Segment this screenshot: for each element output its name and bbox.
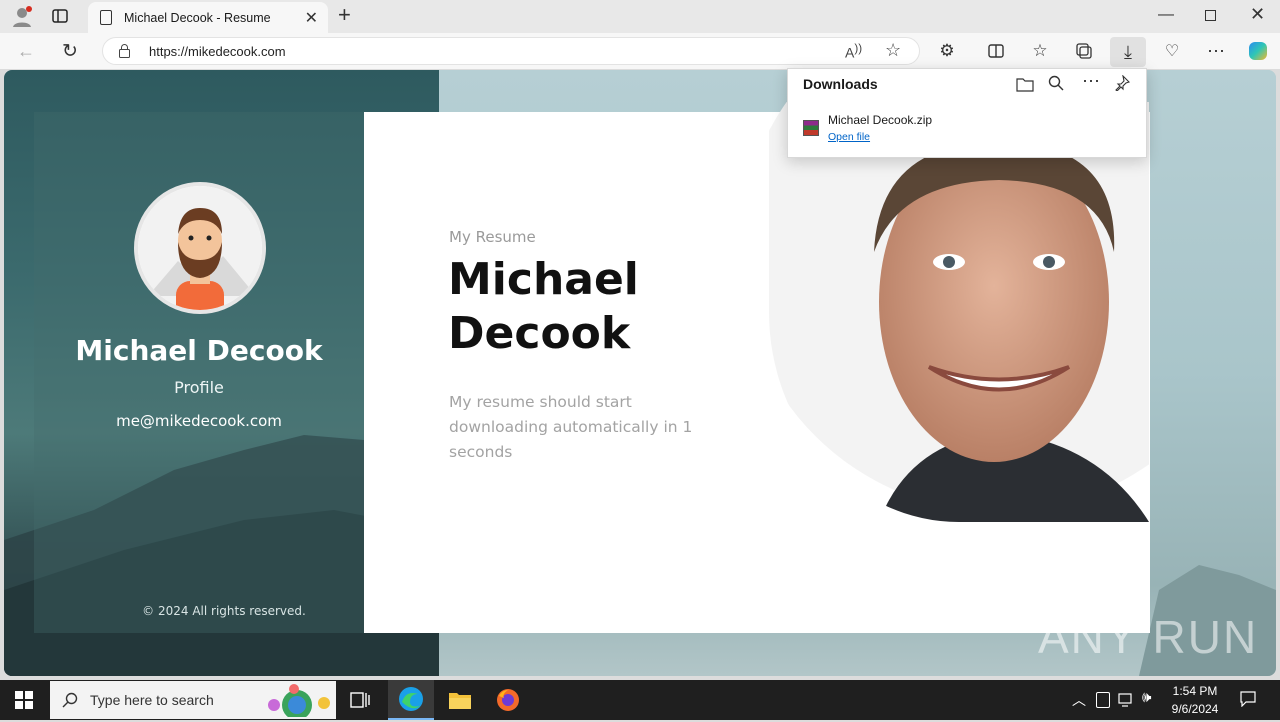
download-file-name: Michael Decook.zip <box>828 113 933 127</box>
sidebar-role: Profile <box>174 378 224 397</box>
sidebar-email-link[interactable]: me@mikedecook.com <box>34 412 364 430</box>
eyebrow-text: My Resume <box>449 228 536 246</box>
browser-essentials-icon[interactable]: ♡ <box>1158 37 1186 65</box>
main-heading-line1: Michael <box>448 254 639 305</box>
more-options-icon[interactable]: ⋯ <box>1082 71 1100 92</box>
open-file-link[interactable]: Open file <box>828 131 870 143</box>
favorites-icon[interactable]: ☆ <box>1026 37 1054 65</box>
split-screen-icon[interactable] <box>982 37 1010 65</box>
task-view-icon[interactable] <box>350 690 370 710</box>
portrait-photo <box>769 102 1149 522</box>
collections-icon[interactable] <box>1070 37 1098 65</box>
main-heading-line2: Decook <box>448 308 631 359</box>
avatar <box>134 182 266 314</box>
windows-start-icon[interactable] <box>15 691 33 709</box>
sidebar-footer: © 2024 All rights reserved. <box>142 604 306 618</box>
taskbar-search-box[interactable]: Type here to search <box>50 681 336 720</box>
sidebar-name: Michael Decook <box>75 334 323 367</box>
edge-taskbar-icon[interactable] <box>388 680 434 720</box>
tab-active[interactable]: Michael Decook - Resume ✕ <box>88 2 328 33</box>
open-folder-icon[interactable] <box>1016 76 1034 92</box>
resume-main-card: My Resume Michael Decook My resume shoul… <box>364 102 1150 633</box>
clock-date[interactable]: 9/6/2024 <box>1160 702 1230 716</box>
favorite-star-icon[interactable]: ☆ <box>885 40 901 61</box>
search-icon <box>62 692 78 708</box>
search-placeholder: Type here to search <box>90 692 214 708</box>
read-aloud-icon[interactable]: A)) <box>845 42 862 61</box>
page-icon <box>100 10 112 25</box>
file-explorer-icon[interactable] <box>448 690 472 710</box>
web-viewport: Michael Decook Profile me@mikedecook.com… <box>4 70 1276 676</box>
download-item[interactable]: Michael Decook.zip Open file <box>788 107 1146 157</box>
tab-actions-icon[interactable] <box>52 8 68 24</box>
profile-icon[interactable] <box>10 5 34 29</box>
volume-icon[interactable]: 🕪 <box>1142 689 1151 706</box>
downloads-button[interactable]: ⤓ <box>1110 37 1146 67</box>
lock-icon <box>119 44 130 58</box>
restore-button[interactable] <box>1205 10 1216 21</box>
downloads-title: Downloads <box>803 76 878 92</box>
search-highlight-icon <box>262 683 332 720</box>
network-icon[interactable] <box>1118 692 1136 707</box>
downloads-flyout: Downloads ⋯ Michael Decook.zip Open file <box>787 68 1147 158</box>
firefox-icon[interactable] <box>496 688 520 712</box>
address-bar[interactable]: https://mikedecook.com A)) ☆ <box>102 37 920 65</box>
copilot-icon[interactable] <box>1244 37 1272 65</box>
extensions-icon[interactable]: ⚙ <box>933 37 961 65</box>
new-tab-button[interactable]: + <box>338 3 360 27</box>
tray-app-icon[interactable] <box>1096 692 1110 708</box>
pin-icon[interactable] <box>1114 74 1131 92</box>
settings-more-icon[interactable]: ⋯ <box>1202 37 1230 65</box>
zip-file-icon <box>803 120 819 136</box>
search-downloads-icon[interactable] <box>1048 75 1064 91</box>
download-message: My resume should start downloading autom… <box>449 393 693 461</box>
close-tab-icon[interactable]: ✕ <box>305 8 318 28</box>
profile-sidebar: Michael Decook Profile me@mikedecook.com… <box>34 112 364 633</box>
clock-time[interactable]: 1:54 PM <box>1160 684 1230 698</box>
minimize-button[interactable]: — <box>1158 6 1174 24</box>
close-window-button[interactable]: ✕ <box>1250 4 1265 25</box>
show-hidden-icons[interactable]: ︿ <box>1072 690 1086 710</box>
anyrun-watermark: ANY RUN <box>1038 611 1259 663</box>
notifications-icon[interactable] <box>1240 691 1256 708</box>
url-text: https://mikedecook.com <box>149 44 286 59</box>
refresh-icon[interactable]: ↻ <box>62 40 78 63</box>
back-icon[interactable]: ← <box>17 41 35 62</box>
tab-title: Michael Decook - Resume <box>124 10 271 25</box>
